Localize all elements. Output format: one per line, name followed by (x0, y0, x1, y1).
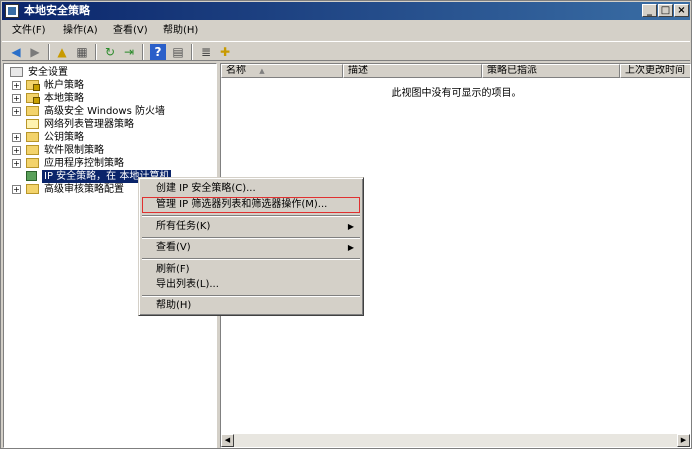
tree-item-label: 本地策略 (44, 93, 84, 104)
submenu-arrow-icon: ▶ (347, 243, 354, 252)
menu-view[interactable]: 查看(V) (113, 24, 148, 38)
menu-separator (142, 215, 360, 217)
tree-item-label: 网络列表管理器策略 (44, 119, 134, 130)
menu-help[interactable]: 帮助(H) (142, 298, 360, 314)
back-arrow-icon[interactable]: ◀ (8, 44, 24, 60)
window-title: 本地安全策略 (24, 4, 90, 17)
menu-view[interactable]: 查看(V) ▶ (142, 240, 360, 256)
help-icon[interactable]: ? (150, 44, 166, 60)
menu-bar: 文件(F) 操作(A) 查看(V) 帮助(H) (2, 22, 690, 40)
horizontal-scrollbar[interactable]: ◀ ▶ (221, 434, 690, 447)
expand-icon[interactable]: + (12, 107, 21, 116)
menu-file[interactable]: 文件(F) (12, 24, 46, 38)
folder-icon (26, 184, 39, 194)
menu-refresh[interactable]: 刷新(F) (142, 262, 360, 278)
app-icon (5, 4, 19, 18)
context-menu: 创建 IP 安全策略(C)... 管理 IP 筛选器列表和筛选器操作(M)...… (138, 177, 364, 316)
policy-folder-icon (26, 93, 40, 104)
firewall-folder-icon (26, 106, 39, 116)
tree-root-label: 安全设置 (28, 67, 68, 78)
menu-separator (142, 295, 360, 297)
toolbar-separator (142, 44, 144, 60)
maximize-button[interactable]: □ (658, 4, 673, 17)
properties-icon[interactable]: ▤ (170, 44, 186, 60)
expand-icon[interactable]: + (12, 146, 21, 155)
toolbar-separator (48, 44, 50, 60)
expand-icon[interactable]: + (12, 81, 21, 90)
ip-security-icon (26, 171, 37, 181)
folder-icon (26, 132, 39, 142)
tree-item-label: 高级审核策略配置 (44, 184, 124, 195)
expand-icon[interactable]: + (12, 185, 21, 194)
submenu-arrow-icon: ▶ (347, 222, 354, 231)
expand-icon[interactable]: + (12, 159, 21, 168)
tree-item-label: 公钥策略 (44, 132, 84, 143)
mmc-window: 本地安全策略 _ □ × 文件(F) 操作(A) 查看(V) 帮助(H) ◀ ▶… (0, 0, 692, 449)
add-policy-icon[interactable]: ✚ (217, 44, 233, 60)
network-list-icon (26, 119, 39, 129)
tree-item-label: 帐户策略 (44, 80, 84, 91)
menu-all-tasks[interactable]: 所有任务(K) ▶ (142, 219, 360, 235)
minimize-button[interactable]: _ (642, 4, 657, 17)
manage-filters-icon[interactable]: ≣ (198, 44, 214, 60)
scroll-left-icon[interactable]: ◀ (221, 434, 234, 447)
folder-icon (26, 145, 39, 155)
column-header-assigned[interactable]: 策略已指派 (482, 64, 620, 78)
scroll-right-icon[interactable]: ▶ (677, 434, 690, 447)
toolbar-separator (95, 44, 97, 60)
menu-export-list[interactable]: 导出列表(L)... (142, 277, 360, 293)
show-tree-icon[interactable]: ▦ (74, 44, 90, 60)
column-header-label: 名称 (226, 65, 246, 76)
export-list-icon[interactable]: ⇥ (121, 44, 137, 60)
expand-icon[interactable]: + (12, 94, 21, 103)
tree-item-label: 高级安全 Windows 防火墙 (44, 106, 165, 117)
column-header-description[interactable]: 描述 (343, 64, 482, 78)
toolbar: ◀ ▶ ▲ ▦ ↻ ⇥ ? ▤ ≣ ✚ (2, 41, 690, 61)
up-folder-icon[interactable]: ▲ (54, 44, 70, 60)
column-header-last-modified[interactable]: 上次更改时间 (620, 64, 690, 78)
menu-item-label: 查看(V) (156, 242, 191, 253)
menu-manage-ip-filters[interactable]: 管理 IP 筛选器列表和筛选器操作(M)... (142, 197, 360, 213)
refresh-icon[interactable]: ↻ (102, 44, 118, 60)
toolbar-separator (191, 44, 193, 60)
policy-folder-icon (26, 80, 40, 91)
close-button[interactable]: × (674, 4, 689, 17)
tree-item-label: 应用程序控制策略 (44, 158, 124, 169)
folder-icon (26, 158, 39, 168)
menu-create-ip-policy[interactable]: 创建 IP 安全策略(C)... (142, 181, 360, 197)
expand-icon[interactable]: + (12, 133, 21, 142)
menu-action[interactable]: 操作(A) (63, 24, 98, 38)
security-settings-icon (10, 67, 23, 77)
menu-item-label: 所有任务(K) (156, 221, 211, 232)
column-header-name[interactable]: 名称 ▲ (221, 64, 343, 78)
forward-arrow-icon[interactable]: ▶ (27, 44, 43, 60)
title-bar[interactable]: 本地安全策略 _ □ × (2, 2, 690, 20)
sort-ascending-icon: ▲ (259, 67, 265, 75)
empty-message: 此视图中没有可显示的项目。 (391, 88, 522, 99)
menu-separator (142, 258, 360, 260)
menu-help[interactable]: 帮助(H) (163, 24, 198, 38)
menu-separator (142, 237, 360, 239)
tree-item-label: 软件限制策略 (44, 145, 104, 156)
